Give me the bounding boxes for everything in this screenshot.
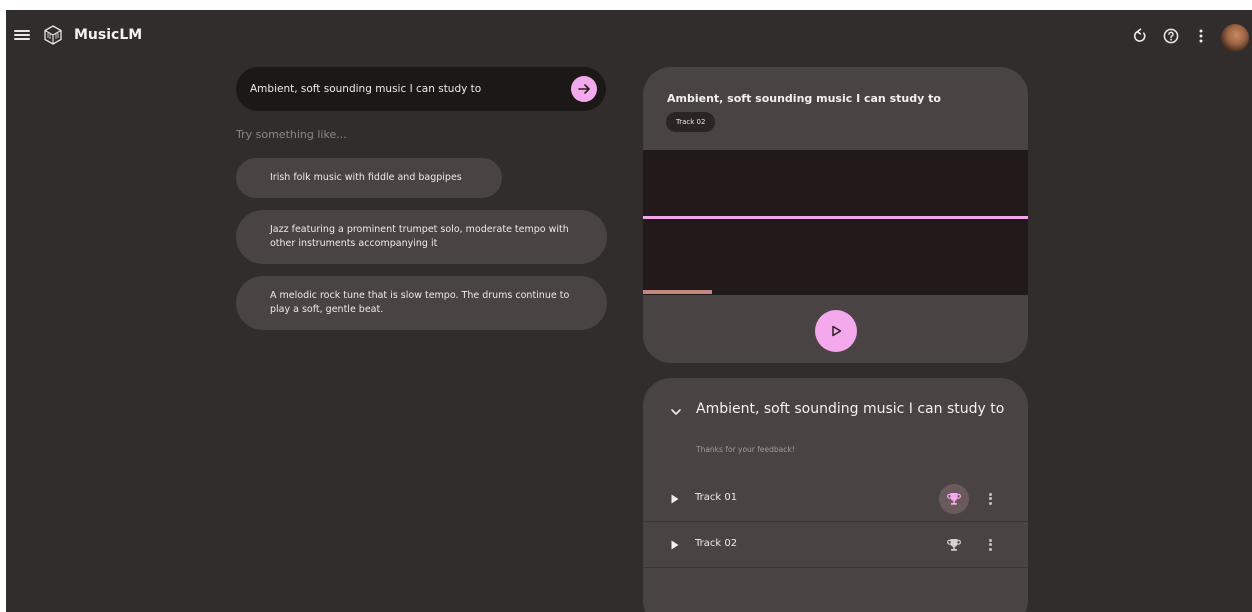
trophy-icon	[947, 539, 961, 551]
menu-icon[interactable]	[14, 28, 30, 42]
track-name: Track 01	[695, 492, 738, 503]
play-button[interactable]	[815, 310, 857, 352]
app-title: MusicLM	[74, 27, 143, 43]
waveform-line	[643, 216, 1028, 219]
player-card: Ambient, soft sounding music I can study…	[643, 67, 1028, 363]
help-icon[interactable]	[1162, 27, 1180, 45]
chevron-down-icon[interactable]	[668, 404, 684, 420]
submit-button[interactable]	[571, 76, 597, 102]
trophy-button[interactable]	[939, 530, 969, 560]
refresh-icon[interactable]	[1131, 27, 1149, 45]
app-window: MusicLM Ambient, soft sounding music I c…	[6, 10, 1252, 612]
results-card: Ambient, soft sounding music I can study…	[643, 378, 1028, 612]
feedback-message: Thanks for your feedback!	[696, 445, 795, 454]
track-row[interactable]: Track 01	[643, 476, 1028, 522]
top-bar: MusicLM	[6, 10, 1252, 66]
play-icon[interactable]	[670, 493, 680, 505]
more-vert-icon[interactable]	[987, 537, 993, 553]
trophy-button[interactable]	[939, 484, 969, 514]
playback-progress[interactable]	[643, 290, 713, 294]
suggestion-chip[interactable]: A melodic rock tune that is slow tempo. …	[236, 276, 607, 330]
player-title: Ambient, soft sounding music I can study…	[667, 92, 941, 105]
track-row[interactable]: Track 02	[643, 522, 1028, 568]
prompt-input[interactable]	[250, 67, 560, 111]
trophy-icon	[947, 493, 961, 505]
prompt-bar	[236, 67, 606, 111]
suggestion-chip[interactable]: Jazz featuring a prominent trumpet solo,…	[236, 210, 607, 264]
avatar[interactable]	[1221, 24, 1249, 52]
waveform[interactable]	[643, 150, 1028, 295]
track-chip: Track 02	[666, 112, 716, 132]
results-title: Ambient, soft sounding music I can study…	[696, 401, 1005, 417]
more-vert-icon[interactable]	[1192, 27, 1210, 45]
more-vert-icon[interactable]	[987, 491, 993, 507]
musiclm-logo-icon	[42, 24, 64, 50]
suggestions-label: Try something like...	[236, 128, 347, 141]
play-icon[interactable]	[670, 539, 680, 551]
suggestion-chip[interactable]: Irish folk music with fiddle and bagpipe…	[236, 158, 502, 198]
track-name: Track 02	[695, 538, 738, 549]
arrow-right-icon	[578, 84, 590, 94]
play-icon	[832, 325, 842, 337]
